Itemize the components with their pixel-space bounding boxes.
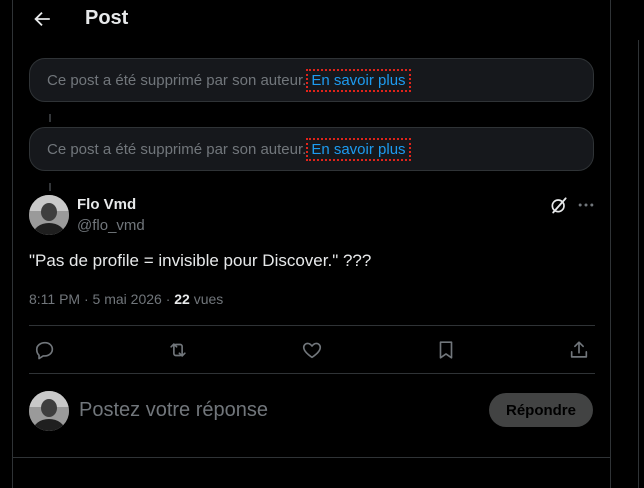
main-column: Post Ce post a été supprimé par son aute…	[12, 0, 611, 488]
repost-icon[interactable]	[167, 339, 189, 361]
views-label: vues	[189, 291, 224, 307]
reply-button[interactable]: Répondre	[489, 393, 593, 427]
learn-more-link[interactable]: En savoir plus	[306, 137, 411, 161]
back-arrow-icon[interactable]	[31, 8, 53, 30]
like-icon[interactable]	[301, 339, 323, 361]
sidebar-edge	[638, 40, 644, 488]
divider	[29, 373, 595, 374]
deleted-notice-text: Ce post a été supprimé par son auteur.	[47, 140, 307, 158]
deleted-post-notice: Ce post a été supprimé par son auteur. E…	[29, 127, 594, 171]
bookmark-icon[interactable]	[435, 339, 457, 361]
header: Post	[13, 0, 610, 40]
reply-button-label: Répondre	[505, 401, 576, 419]
grok-icon[interactable]	[549, 195, 569, 215]
deleted-notice-text: Ce post a été supprimé par son auteur.	[47, 71, 307, 89]
divider	[13, 457, 610, 458]
avatar[interactable]	[29, 195, 69, 235]
post-time[interactable]: 8:11 PM · 5 mai 2026 ·	[29, 291, 174, 307]
post-text: "Pas de profile = invisible pour Discove…	[29, 251, 372, 270]
page-title: Post	[85, 7, 129, 29]
thread-line	[49, 183, 51, 191]
avatar-image	[29, 391, 69, 431]
author-name[interactable]: Flo Vmd	[77, 196, 136, 213]
divider	[29, 325, 595, 326]
views-count: 22	[174, 291, 190, 307]
reply-icon[interactable]	[34, 339, 56, 361]
author-handle[interactable]: @flo_vmd	[77, 217, 145, 234]
learn-more-link[interactable]: En savoir plus	[306, 68, 411, 92]
thread-line	[49, 114, 51, 122]
post-meta: 8:11 PM · 5 mai 2026 · 22 vues	[29, 291, 223, 307]
share-icon[interactable]	[568, 339, 590, 361]
avatar-image	[29, 195, 69, 235]
composer-avatar[interactable]	[29, 391, 69, 431]
deleted-post-notice: Ce post a été supprimé par son auteur. E…	[29, 58, 594, 102]
more-icon[interactable]	[576, 195, 596, 215]
reply-input[interactable]: Postez votre réponse	[79, 399, 268, 422]
